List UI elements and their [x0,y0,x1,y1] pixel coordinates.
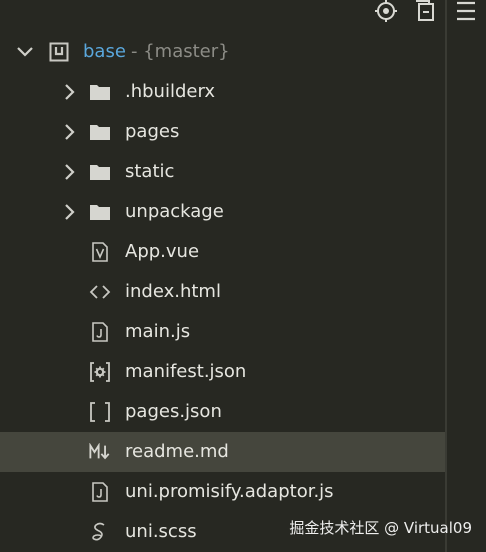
tree-item-label: static [125,161,175,182]
tree-item-label: .hbuilderx [125,81,216,102]
tree-item-label: main.js [125,321,191,342]
root-label: base [83,41,126,62]
explorer-toolbar [326,0,486,24]
folder-icon [89,202,111,222]
tree-item-hbuilderx[interactable]: .hbuilderx [0,72,445,112]
tree-item-readme-md[interactable]: readme.md [0,432,445,472]
js-file-icon [89,482,111,502]
tree-item-app-vue[interactable]: App.vue [0,232,445,272]
tree-root-base[interactable]: base - {master} [0,32,445,72]
tree-item-label: uni.scss [125,521,197,542]
json-file-icon [89,402,111,422]
vue-file-icon [89,242,111,262]
chevron-right-icon[interactable] [59,162,79,182]
branch-label: - {master} [131,41,230,62]
tree-item-pages[interactable]: pages [0,112,445,152]
tree-item-main-js[interactable]: main.js [0,312,445,352]
crosshair-icon[interactable] [373,0,399,22]
file-tree: base - {master} .hbuilderx pages static [0,32,445,552]
folder-icon [89,122,111,142]
tree-item-static[interactable]: static [0,152,445,192]
scss-file-icon [89,522,111,542]
watermark: 掘金技术社区 @ Virtual09 [289,519,472,537]
tree-item-label: App.vue [125,241,200,262]
tree-item-index-html[interactable]: index.html [0,272,445,312]
html-file-icon [89,282,111,302]
folder-icon [89,162,111,182]
tree-item-unpackage[interactable]: unpackage [0,192,445,232]
js-file-icon [89,322,111,342]
tree-item-label: uni.promisify.adaptor.js [125,481,334,502]
tree-item-uni-promisify-adaptor-js[interactable]: uni.promisify.adaptor.js [0,472,445,512]
tree-item-label: pages [125,121,180,142]
tree-item-pages-json[interactable]: pages.json [0,392,445,432]
markdown-file-icon [89,442,111,462]
chevron-right-icon[interactable] [59,202,79,222]
chevron-right-icon[interactable] [59,122,79,142]
vertical-scrollbar[interactable] [445,0,447,552]
chevron-right-icon[interactable] [59,82,79,102]
collapse-all-icon[interactable] [412,0,438,22]
tree-item-manifest-json[interactable]: manifest.json [0,352,445,392]
tree-item-label: unpackage [125,201,224,222]
manifest-json-icon [89,362,111,382]
tree-item-label: manifest.json [125,361,247,382]
folder-icon [89,82,111,102]
hamburger-menu-icon[interactable] [453,0,479,22]
project-icon [48,42,70,62]
tree-item-label: pages.json [125,401,222,422]
chevron-down-icon[interactable] [15,42,35,62]
tree-item-label: index.html [125,281,221,302]
tree-item-label: readme.md [125,441,229,462]
